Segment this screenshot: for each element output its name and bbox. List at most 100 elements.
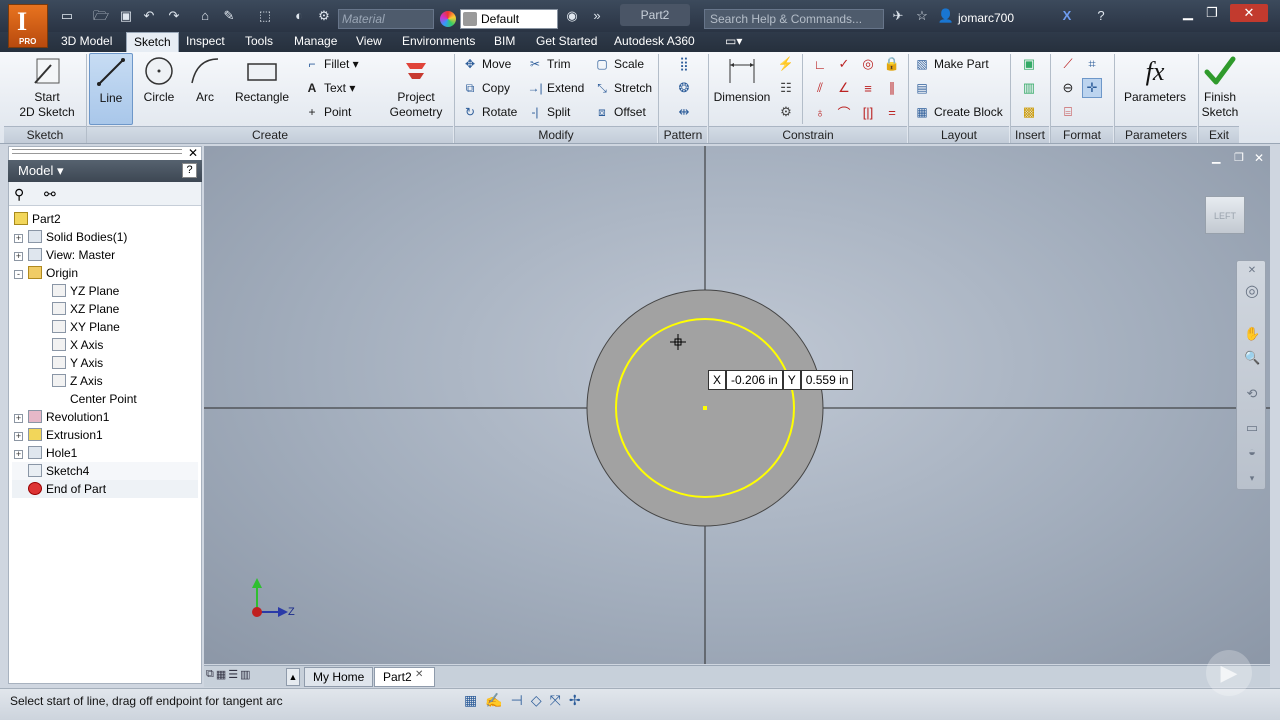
- pan-icon[interactable]: ✋: [1244, 326, 1260, 342]
- tree-item[interactable]: End of Part: [12, 480, 198, 498]
- tree-item[interactable]: + Revolution1: [12, 408, 198, 426]
- filter-icon[interactable]: ⚲: [14, 186, 24, 203]
- material-dropdown[interactable]: Material: [338, 9, 434, 29]
- fillet-button[interactable]: ⌐ Fillet ▾: [304, 54, 358, 74]
- coord-x-value[interactable]: -0.206 in: [726, 370, 783, 390]
- select-icon[interactable]: ⬚: [256, 8, 274, 24]
- user-name[interactable]: jomarc700: [958, 11, 1014, 25]
- degrees-of-freedom-icon[interactable]: ◇: [531, 692, 542, 709]
- tree-item[interactable]: Part2: [12, 210, 198, 228]
- tree-item[interactable]: Y Axis: [12, 354, 198, 372]
- close-window-button[interactable]: ✕: [1230, 4, 1268, 22]
- expand-toggle-icon[interactable]: +: [14, 450, 23, 459]
- zoom-icon[interactable]: 🔍: [1244, 350, 1260, 366]
- copy-button[interactable]: ⧉ Copy: [462, 78, 510, 98]
- coordinate-input-tooltip[interactable]: X -0.206 in Y 0.559 in: [708, 370, 854, 390]
- driven-dimension-icon[interactable]: ⌸: [1058, 102, 1078, 122]
- viewport-minimize-icon[interactable]: ▁: [1212, 151, 1220, 164]
- user-icon[interactable]: 👤: [937, 8, 955, 24]
- horizontal-icon[interactable]: ≡: [858, 78, 878, 98]
- exchange-apps-icon[interactable]: X: [1058, 8, 1076, 24]
- expand-toggle-icon[interactable]: +: [14, 414, 23, 423]
- stretch-button[interactable]: ⤡ Stretch: [594, 78, 652, 98]
- tree-item[interactable]: + View: Master: [12, 246, 198, 264]
- equal-icon[interactable]: =: [882, 102, 902, 122]
- tree-item[interactable]: Center Point: [12, 390, 198, 408]
- start-2d-sketch-button[interactable]: Start 2D Sketch: [16, 55, 78, 120]
- extend-button[interactable]: →| Extend: [527, 78, 584, 98]
- coord-y-value[interactable]: 0.559 in: [800, 370, 854, 390]
- tab-tools[interactable]: Tools: [238, 32, 280, 52]
- home-icon[interactable]: ⌂: [196, 8, 214, 24]
- tree-item[interactable]: X Axis: [12, 336, 198, 354]
- tile-vertical-icon[interactable]: ▥: [240, 668, 250, 686]
- parameters-panel-label[interactable]: Parameters: [1115, 126, 1197, 143]
- line-button[interactable]: Line: [89, 53, 133, 125]
- symmetric-icon[interactable]: [|]: [858, 102, 878, 122]
- trim-button[interactable]: ✂ Trim: [527, 54, 571, 74]
- constraint-settings-icon[interactable]: ⚙: [776, 102, 796, 122]
- text-button[interactable]: A Text ▾: [304, 78, 356, 98]
- centerline-icon[interactable]: ⊖: [1058, 78, 1078, 98]
- search-input[interactable]: Search Help & Commands...: [704, 9, 884, 29]
- redo-icon[interactable]: ↷: [165, 8, 183, 24]
- finish-sketch-button[interactable]: Finish Sketch: [1200, 55, 1240, 120]
- rotate-button[interactable]: ↻ Rotate: [462, 102, 517, 122]
- browser-help-icon[interactable]: ?: [182, 163, 197, 178]
- circular-pattern-icon[interactable]: ❂: [674, 78, 694, 98]
- update-icon[interactable]: ⚙: [315, 8, 333, 24]
- tab-3d-model[interactable]: 3D Model: [54, 32, 119, 52]
- viewport-close-icon[interactable]: ✕: [1254, 151, 1264, 165]
- steering-wheel-icon[interactable]: ◎: [1244, 284, 1260, 300]
- move-button[interactable]: ✥ Move: [462, 54, 511, 74]
- create-panel-label[interactable]: Create: [87, 126, 453, 143]
- tree-item[interactable]: + Hole1: [12, 444, 198, 462]
- view-tools-icon[interactable]: ◒: [1244, 444, 1260, 460]
- new-file-icon[interactable]: ▭: [58, 8, 76, 24]
- fix-icon[interactable]: 🔒: [882, 54, 902, 74]
- tab-scroll-up-icon[interactable]: ▲: [286, 668, 300, 686]
- find-icon[interactable]: ⚯: [44, 186, 56, 203]
- tab-inspect[interactable]: Inspect: [179, 32, 232, 52]
- undo-icon[interactable]: ↶: [140, 8, 158, 24]
- tile-icon[interactable]: ▦: [216, 668, 226, 686]
- tab-layout-controls[interactable]: ⧉ ▦ ☰ ▥: [206, 668, 286, 686]
- application-menu-button[interactable]: I PRO: [8, 4, 48, 48]
- tree-item[interactable]: - Origin: [12, 264, 198, 282]
- project-geometry-button[interactable]: Project Geometry: [385, 55, 447, 120]
- expand-toggle-icon[interactable]: +: [14, 252, 23, 261]
- grid-snap-icon[interactable]: ▦: [464, 692, 477, 709]
- tab-get-started[interactable]: Get Started: [529, 32, 604, 52]
- insert-points-icon[interactable]: ▥: [1019, 78, 1039, 98]
- save-icon[interactable]: ▣: [117, 8, 135, 24]
- browser-close-icon[interactable]: ✕: [188, 146, 200, 160]
- tree-item[interactable]: + Extrusion1: [12, 426, 198, 444]
- point-button[interactable]: + Point: [304, 102, 351, 122]
- tab-bim[interactable]: BIM: [487, 32, 522, 52]
- tangent-icon[interactable]: ♁: [810, 102, 830, 122]
- open-file-icon[interactable]: 🗁: [92, 8, 110, 24]
- navbar-menu-icon[interactable]: ▾: [1244, 470, 1260, 486]
- dimension-button[interactable]: Dimension: [712, 55, 772, 105]
- tree-item[interactable]: XY Plane: [12, 318, 198, 336]
- sign-in-icon[interactable]: ✈: [889, 8, 907, 24]
- minimize-button[interactable]: ▁: [1176, 4, 1200, 22]
- expand-toggle-icon[interactable]: +: [14, 234, 23, 243]
- tab-view[interactable]: View: [349, 32, 389, 52]
- viewport-restore-icon[interactable]: ❐: [1234, 151, 1244, 164]
- tab-autodesk-a360[interactable]: Autodesk A360: [607, 32, 702, 52]
- browser-grip[interactable]: [12, 149, 182, 154]
- show-format-icon[interactable]: ⌗: [1082, 54, 1102, 74]
- cascade-icon[interactable]: ⧉: [206, 668, 214, 686]
- show-constraints-status-icon[interactable]: ⊣: [511, 692, 523, 709]
- look-at-icon[interactable]: ▭: [1244, 420, 1260, 436]
- offset-button[interactable]: ⧈ Offset: [594, 102, 646, 122]
- show-constraints-icon[interactable]: ☷: [776, 78, 796, 98]
- expand-toggle-icon[interactable]: +: [14, 432, 23, 441]
- rectangular-pattern-icon[interactable]: ⣿: [674, 54, 694, 74]
- create-block-button[interactable]: ▦ Create Block: [914, 102, 1002, 122]
- viewcube[interactable]: LEFT: [1205, 196, 1245, 234]
- help-icon[interactable]: ?: [1092, 8, 1110, 24]
- center-point-icon[interactable]: ✛: [1082, 78, 1102, 98]
- properties-icon[interactable]: ✎: [220, 8, 238, 24]
